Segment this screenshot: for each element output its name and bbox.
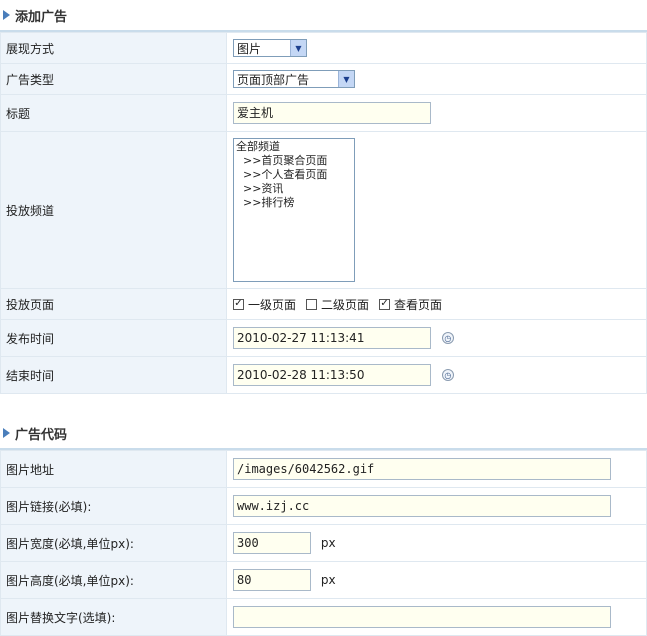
section-header-add-ad: 添加广告 [0,0,647,32]
ad-type-label: 广告类型 [0,63,227,95]
title-input[interactable]: 爱主机 [233,102,431,124]
checkbox-label: 查看页面 [394,297,443,312]
image-url-input[interactable]: /images/6042562.gif [233,458,611,480]
image-link-input[interactable]: www.izj.cc [233,495,611,517]
page-option-level1[interactable]: ✓ 一级页面 [233,296,296,313]
image-link-label: 图片链接(必填): [0,487,227,525]
clock-icon[interactable]: ◷ [441,332,454,344]
clock-icon[interactable]: ◷ [441,369,454,381]
page-option-level2[interactable]: 二级页面 [306,296,369,313]
checkbox-checked-icon[interactable]: ✓ [379,298,391,310]
chevron-down-icon[interactable]: ▼ [338,71,354,87]
display-mode-select[interactable]: 图片 ▼ [233,39,307,57]
image-alt-input[interactable] [233,606,611,628]
chevron-down-icon[interactable]: ▼ [290,40,306,56]
section-title: 广告代码 [15,427,68,443]
ad-code-form: 图片地址 /images/6042562.gif 图片链接(必填): www.i… [0,450,647,636]
channel-option[interactable]: >>首页聚合页面 [236,154,352,168]
display-mode-label: 展现方式 [0,32,227,64]
image-height-input[interactable]: 80 [233,569,311,591]
channel-option[interactable]: >>资讯 [236,182,352,196]
end-time-input[interactable]: 2010-02-28 11:13:50 [233,364,431,386]
publish-time-input[interactable]: 2010-02-27 11:13:41 [233,327,431,349]
pages-checkbox-group: ✓ 一级页面 二级页面 ✓ 查看页面 [233,296,646,313]
checkbox-label: 一级页面 [248,297,297,312]
channel-option[interactable]: 全部频道 [236,140,352,154]
display-mode-value: 图片 [237,41,262,56]
width-unit: px [320,536,336,550]
ad-type-value: 页面顶部广告 [237,72,310,87]
page-option-view[interactable]: ✓ 查看页面 [379,296,442,313]
channel-listbox[interactable]: 全部频道 >>首页聚合页面 >>个人查看页面 >>资讯 >>排行榜 [233,138,355,282]
pages-label: 投放页面 [0,288,227,320]
title-label: 标题 [0,94,227,132]
image-height-label: 图片高度(必填,单位px): [0,561,227,599]
channel-option[interactable]: >>个人查看页面 [236,168,352,182]
triangle-icon [3,428,10,438]
image-alt-label: 图片替换文字(选填): [0,598,227,636]
section-title: 添加广告 [15,9,68,25]
channel-option[interactable]: >>排行榜 [236,196,352,210]
ad-type-select[interactable]: 页面顶部广告 ▼ [233,70,355,88]
add-ad-form: 展现方式 图片 ▼ 广告类型 页面顶部广告 ▼ 标题 爱主机 投放频道 全部频道… [0,32,647,394]
checkbox-label: 二级页面 [321,297,370,312]
image-width-input[interactable]: 300 [233,532,311,554]
checkbox-checked-icon[interactable]: ✓ [233,298,244,310]
height-unit: px [320,573,336,587]
section-header-ad-code: 广告代码 [0,418,647,450]
triangle-icon [3,10,10,20]
image-width-label: 图片宽度(必填,单位px): [0,524,227,562]
publish-time-label: 发布时间 [0,319,227,357]
image-url-label: 图片地址 [0,450,227,488]
channel-label: 投放频道 [0,131,227,289]
end-time-label: 结束时间 [0,356,227,394]
checkbox-unchecked-icon[interactable] [306,298,318,310]
